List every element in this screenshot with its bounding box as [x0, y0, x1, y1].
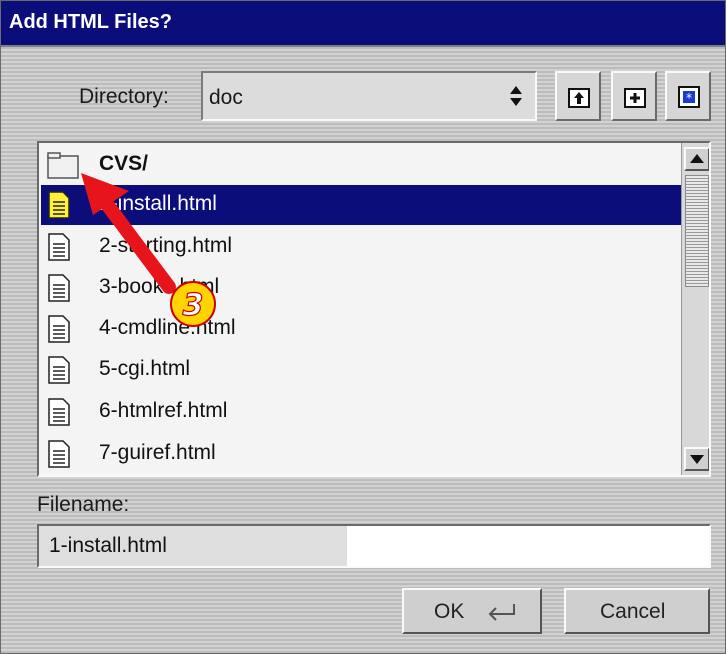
- file-list-item[interactable]: 5-cgi.html: [41, 350, 681, 390]
- new-folder-button[interactable]: [611, 71, 657, 121]
- dialog-title: Add HTML Files?: [9, 11, 172, 33]
- document-icon: [48, 440, 70, 468]
- vertical-scrollbar[interactable]: [681, 143, 709, 475]
- directory-value: doc: [209, 86, 243, 109]
- parent-directory-button[interactable]: [555, 71, 601, 121]
- step-number: 3: [183, 288, 204, 323]
- arrow-down-icon: [690, 455, 704, 464]
- document-icon: [48, 233, 70, 261]
- ok-button[interactable]: OK: [402, 588, 542, 634]
- title-bar[interactable]: Add HTML Files?: [1, 1, 725, 47]
- toggle-view-button[interactable]: *: [665, 71, 711, 121]
- directory-label: Directory:: [79, 85, 169, 108]
- filename-label: Filename:: [37, 493, 130, 516]
- toggle-view-icon: *: [678, 86, 700, 108]
- document-icon: [48, 398, 70, 426]
- cancel-button[interactable]: Cancel: [564, 588, 710, 634]
- cancel-button-label: Cancel: [600, 600, 666, 623]
- ok-button-label: OK: [434, 600, 465, 623]
- directory-select[interactable]: doc: [201, 71, 537, 121]
- filename-input[interactable]: [37, 524, 711, 568]
- folder-icon: [47, 152, 79, 179]
- svg-text:*: *: [686, 91, 692, 105]
- parent-directory-icon: [568, 88, 590, 108]
- file-name: 7-guiref.html: [99, 441, 216, 464]
- updown-arrows-icon: [510, 86, 522, 106]
- document-icon: [48, 191, 70, 219]
- arrow-up-icon: [690, 154, 704, 163]
- file-list-item[interactable]: 4-cmdline.html: [41, 309, 681, 349]
- scroll-thumb[interactable]: [685, 175, 709, 287]
- file-list-item[interactable]: 7-guiref.html: [41, 434, 681, 474]
- document-icon: [48, 315, 70, 343]
- enter-key-icon: [488, 604, 515, 621]
- new-folder-icon: [624, 88, 646, 108]
- file-list-item[interactable]: 6-htmlref.html: [41, 392, 681, 432]
- scroll-up-button[interactable]: [684, 147, 709, 171]
- document-icon: [48, 356, 70, 384]
- step-number-badge: 3: [170, 281, 216, 327]
- add-html-files-dialog: Add HTML Files? Directory: doc * CVS/ 1-…: [0, 0, 726, 654]
- document-icon: [48, 274, 70, 302]
- file-name: 5-cgi.html: [99, 357, 191, 380]
- file-name: 6-htmlref.html: [99, 399, 228, 422]
- scroll-down-button[interactable]: [684, 447, 709, 471]
